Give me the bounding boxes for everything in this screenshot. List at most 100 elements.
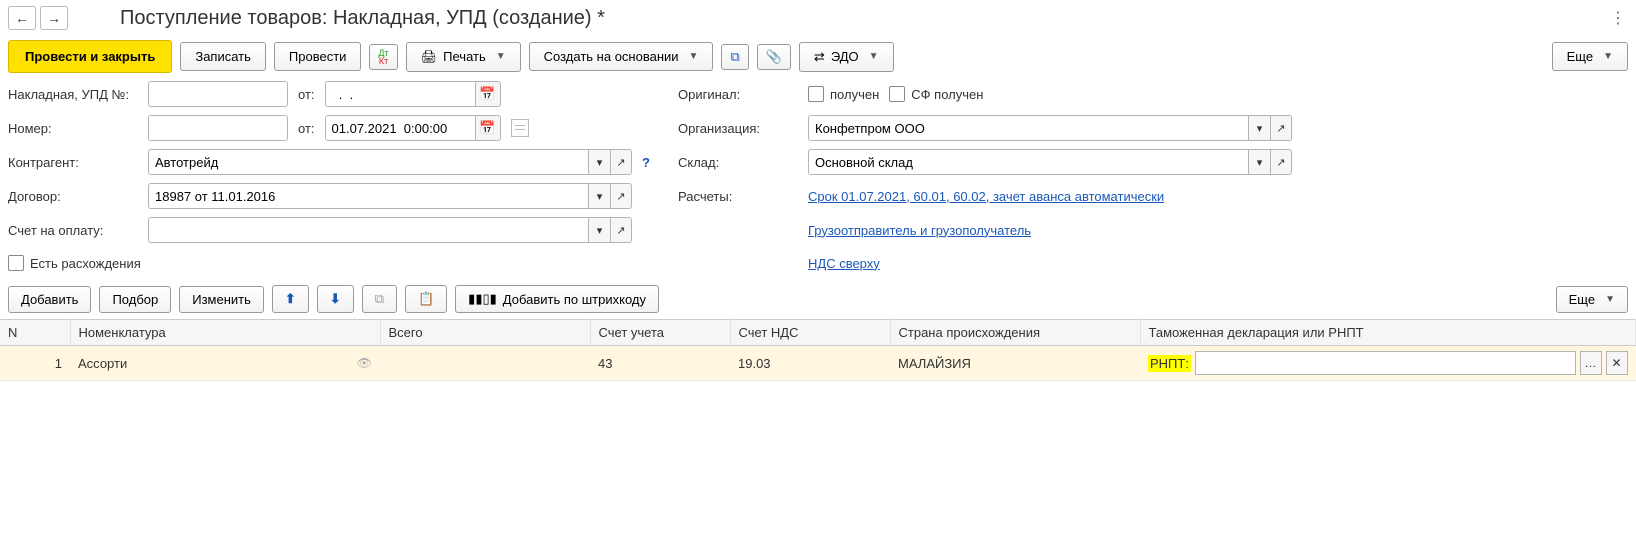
change-button[interactable]: Изменить [179, 286, 264, 313]
notes-icon[interactable] [511, 119, 529, 137]
sf-received-checkbox[interactable] [889, 86, 905, 102]
invoice-no-input[interactable] [148, 81, 288, 107]
move-down-button[interactable]: ⬇ [317, 285, 354, 313]
col-country[interactable]: Страна происхождения [890, 320, 1140, 346]
print-button[interactable]: 🖨 Печать ▼ [406, 42, 521, 72]
open-button[interactable]: ↗ [610, 149, 632, 175]
chevron-down-icon: ▼ [689, 51, 699, 62]
ellipsis-button[interactable]: … [1580, 351, 1602, 375]
counterparty-label: Контрагент: [8, 155, 138, 170]
arrow-up-icon: ⬆ [285, 291, 296, 307]
invoice-date-input[interactable] [325, 81, 475, 107]
printer-icon: 🖨 [421, 49, 438, 65]
contract-label: Договор: [8, 189, 138, 204]
open-button[interactable]: ↗ [610, 217, 632, 243]
col-account[interactable]: Счет учета [590, 320, 730, 346]
add-barcode-button[interactable]: ▮▮▯▮ Добавить по штрихкоду [455, 285, 659, 313]
paste-icon: 📋 [418, 291, 434, 307]
col-total[interactable]: Всего [380, 320, 590, 346]
dtkt-button[interactable]: ДтКт [369, 44, 397, 70]
discrepancy-checkbox[interactable] [8, 255, 24, 271]
clear-button[interactable]: ✕ [1606, 351, 1628, 375]
col-customs[interactable]: Таможенная декларация или РНПТ [1140, 320, 1636, 346]
cell-vat-account[interactable]: 19.03 [730, 346, 890, 381]
move-up-button[interactable]: ⬆ [272, 285, 309, 313]
contract-input[interactable] [148, 183, 588, 209]
org-input[interactable] [808, 115, 1248, 141]
kebab-menu-icon[interactable]: ⋮ [1608, 6, 1628, 30]
chevron-down-icon: ▼ [1603, 51, 1613, 62]
counterparty-input[interactable] [148, 149, 588, 175]
customs-input[interactable] [1195, 351, 1576, 375]
warehouse-input[interactable] [808, 149, 1248, 175]
col-n[interactable]: N [0, 320, 70, 346]
received-label: получен [830, 87, 879, 102]
post-and-close-button[interactable]: Провести и закрыть [8, 40, 172, 73]
nav-forward-button[interactable]: → [40, 6, 68, 30]
shipper-link[interactable]: Грузоотправитель и грузополучатель [808, 223, 1031, 238]
calendar-icon[interactable]: 📅 [475, 115, 501, 141]
received-checkbox[interactable] [808, 86, 824, 102]
dtkt-icon: ДтКт [378, 49, 388, 65]
sf-received-label: СФ получен [911, 87, 983, 102]
open-button[interactable]: ↗ [1270, 115, 1292, 141]
nav-back-button[interactable]: ← [8, 6, 36, 30]
warehouse-label: Склад: [678, 155, 798, 170]
dropdown-button[interactable]: ▾ [1248, 149, 1270, 175]
dropdown-button[interactable]: ▾ [588, 149, 610, 175]
payments-label: Расчеты: [678, 189, 798, 204]
attachment-button[interactable]: 📎 [757, 44, 791, 70]
from-label: от: [298, 87, 315, 102]
copy-button[interactable]: ⧉ [362, 285, 397, 313]
invoice-pay-input[interactable] [148, 217, 588, 243]
original-label: Оригинал: [678, 87, 798, 102]
col-nomenclature[interactable]: Номенклатура [70, 320, 380, 346]
edo-icon: ⇄ [814, 49, 825, 65]
page-title: Поступление товаров: Накладная, УПД (соз… [120, 7, 1604, 30]
col-vat-account[interactable]: Счет НДС [730, 320, 890, 346]
invoice-no-label: Накладная, УПД №: [8, 87, 138, 102]
cell-customs[interactable]: РНПТ: … ✕ [1140, 346, 1636, 381]
number-label: Номер: [8, 121, 138, 136]
help-icon[interactable]: ? [642, 155, 650, 170]
open-button[interactable]: ↗ [610, 183, 632, 209]
number-input[interactable] [148, 115, 288, 141]
structure-icon: ⧉ [730, 49, 739, 65]
post-button[interactable]: Провести [274, 42, 362, 71]
number-date-input[interactable] [325, 115, 475, 141]
table-more-button[interactable]: Еще ▼ [1556, 286, 1628, 313]
structure-button[interactable]: ⧉ [721, 44, 748, 70]
table-row[interactable]: 1 Ассорти 👁 43 19.03 МАЛАЙЗИЯ РНПТ: … ✕ [0, 346, 1636, 381]
cell-country[interactable]: МАЛАЙЗИЯ [890, 346, 1140, 381]
table-header-row: N Номенклатура Всего Счет учета Счет НДС… [0, 320, 1636, 346]
payments-link[interactable]: Срок 01.07.2021, 60.01, 60.02, зачет ава… [808, 189, 1164, 204]
open-button[interactable]: ↗ [1270, 149, 1292, 175]
vat-link[interactable]: НДС сверху [808, 256, 880, 271]
write-button[interactable]: Записать [180, 42, 266, 71]
paste-button[interactable]: 📋 [405, 285, 447, 313]
paperclip-icon: 📎 [766, 49, 782, 65]
arrow-down-icon: ⬇ [330, 291, 341, 307]
cell-nomenclature[interactable]: Ассорти 👁 [70, 346, 380, 381]
create-based-on-button[interactable]: Создать на основании ▼ [529, 42, 714, 71]
cell-total[interactable] [380, 346, 590, 381]
dropdown-button[interactable]: ▾ [1248, 115, 1270, 141]
invoice-pay-label: Счет на оплату: [8, 223, 138, 238]
more-button[interactable]: Еще ▼ [1552, 42, 1628, 71]
cell-n[interactable]: 1 [0, 346, 70, 381]
pick-button[interactable]: Подбор [99, 286, 171, 313]
barcode-icon: ▮▮▯▮ [468, 291, 497, 307]
chevron-down-icon: ▼ [1605, 294, 1615, 305]
view-icon[interactable]: 👁 [357, 356, 372, 370]
add-row-button[interactable]: Добавить [8, 286, 91, 313]
dropdown-button[interactable]: ▾ [588, 217, 610, 243]
chevron-down-icon: ▼ [869, 51, 879, 62]
dropdown-button[interactable]: ▾ [588, 183, 610, 209]
discrepancy-label: Есть расхождения [30, 256, 141, 271]
chevron-down-icon: ▼ [496, 51, 506, 62]
rnpt-label: РНПТ: [1148, 355, 1191, 372]
copy-icon: ⧉ [375, 291, 384, 307]
edo-button[interactable]: ⇄ ЭДО ▼ [799, 42, 894, 72]
calendar-icon[interactable]: 📅 [475, 81, 501, 107]
cell-account[interactable]: 43 [590, 346, 730, 381]
